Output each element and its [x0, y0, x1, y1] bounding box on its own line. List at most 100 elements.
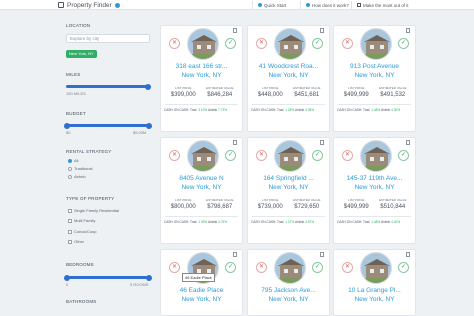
bathrooms-label: BATHROOMS — [66, 299, 97, 304]
reject-button[interactable]: ✕ — [256, 262, 267, 273]
bedrooms-max-knob[interactable] — [146, 274, 152, 281]
airbnb-label: Airbnb — [207, 108, 218, 112]
type-option-condo[interactable]: Condo/Coop — [68, 229, 96, 234]
property-address[interactable]: 318 east 166 str... — [161, 63, 242, 70]
property-card[interactable]: ✕ ✓ 913 Post Avenue New York, NY LIST PRICE E… — [333, 25, 416, 132]
property-address[interactable]: 145-37 119th Ave... — [334, 175, 415, 182]
property-photo[interactable] — [274, 252, 306, 284]
property-address[interactable]: 164 Springfield ... — [248, 175, 329, 182]
trad-label: Trad. — [189, 220, 198, 224]
property-card[interactable]: ✕ ✓ 41 Woodcrest Roa... New York, NY LIST PR… — [247, 25, 330, 132]
reject-button[interactable]: ✕ — [342, 38, 353, 49]
airbnb-label: Airbnb — [380, 108, 391, 112]
bedrooms-slider[interactable] — [64, 274, 152, 281]
type-option-single-family[interactable]: Single Family Residential — [68, 208, 119, 213]
trash-icon[interactable] — [320, 252, 324, 257]
price-labels: LIST PRICE ESTIMATED VALUE — [338, 198, 411, 202]
trash-icon[interactable] — [233, 252, 237, 257]
property-card[interactable]: ✕ ✓ 145-37 119th Ave... New York, NY LIST PR… — [333, 137, 416, 244]
reject-button[interactable]: ✕ — [169, 150, 180, 161]
accept-button[interactable]: ✓ — [398, 38, 409, 49]
miles-slider[interactable] — [66, 83, 151, 90]
property-address[interactable]: 46 Eadie Place — [161, 287, 242, 294]
accept-button[interactable]: ✓ — [312, 262, 323, 273]
price-labels: LIST PRICE ESTIMATED VALUE — [338, 86, 411, 90]
budget-max-knob[interactable] — [146, 122, 152, 129]
budget-min-knob[interactable] — [64, 122, 70, 129]
radio-icon — [68, 174, 72, 179]
trash-icon[interactable] — [406, 140, 410, 145]
property-address[interactable]: 10 La Grange Pl... — [334, 287, 415, 294]
trash-icon[interactable] — [233, 28, 237, 33]
quick-start-link[interactable]: Quick Start — [258, 0, 286, 10]
checkbox-icon — [68, 229, 72, 234]
trash-icon[interactable] — [320, 140, 324, 145]
trad-value: 1.48% — [371, 108, 381, 112]
how-it-works-link[interactable]: How does it work? — [306, 0, 349, 10]
reject-button[interactable]: ✕ — [342, 262, 353, 273]
budget-min-value: $0 — [66, 130, 71, 135]
reject-button[interactable]: ✕ — [256, 38, 267, 49]
property-address[interactable]: 913 Post Avenue — [334, 63, 415, 70]
property-card[interactable]: ✕ ✓ 8405 Avenue N New York, NY LIST PRICE EST… — [160, 137, 243, 244]
property-photo[interactable] — [360, 140, 392, 172]
accept-button[interactable]: ✓ — [398, 150, 409, 161]
property-card[interactable]: ✕ ✓ 795 Jackson Ave... New York, NY — [247, 249, 330, 316]
reject-button[interactable]: ✕ — [256, 150, 267, 161]
property-photo[interactable] — [360, 252, 392, 284]
property-address[interactable]: 41 Woodcrest Roa... — [248, 63, 329, 70]
property-photo[interactable] — [187, 28, 219, 60]
trad-label: Trad. — [276, 108, 285, 112]
property-card[interactable]: ✕ ✓ 164 Springfield ... New York, NY LIST PR… — [247, 137, 330, 244]
property-city: New York, NY — [268, 72, 309, 79]
checkbox-icon — [68, 208, 72, 213]
accept-button[interactable]: ✓ — [312, 38, 323, 49]
property-city: New York, NY — [354, 72, 395, 79]
property-card[interactable]: ✕ ✓ 46 Eadie Place 46 Eadie Place New York, … — [160, 249, 243, 316]
location-search-input[interactable]: Explore by city — [66, 34, 150, 43]
property-address[interactable]: 795 Jackson Ave... — [248, 287, 329, 294]
type-option-multi-family[interactable]: Multi Family — [68, 218, 95, 223]
budget-slider[interactable] — [64, 122, 152, 129]
accept-button[interactable]: ✓ — [398, 262, 409, 273]
type-option-other[interactable]: Other — [68, 239, 84, 244]
bedrooms-label: BEDROOMS — [66, 262, 94, 267]
airbnb-value: 4.30% — [391, 108, 401, 112]
trad-value: 1.39% — [198, 220, 208, 224]
trash-icon[interactable] — [406, 28, 410, 33]
strategy-option-traditional[interactable]: Traditional — [68, 166, 93, 171]
property-photo[interactable] — [274, 140, 306, 172]
make-most-link[interactable]: Make the most out of it — [357, 0, 409, 10]
accept-button[interactable]: ✓ — [312, 150, 323, 161]
property-card[interactable]: ✕ ✓ 10 La Grange Pl... New York, NY — [333, 249, 416, 316]
property-card[interactable]: ✕ ✓ 318 east 166 str... New York, NY LIST PR… — [160, 25, 243, 132]
estimated-value-label: ESTIMATED VALUE — [293, 86, 321, 90]
budget-label: BUDGET — [66, 111, 86, 116]
info-icon[interactable] — [114, 2, 120, 8]
property-finder-logo-icon — [58, 2, 64, 8]
reject-button[interactable]: ✕ — [169, 38, 180, 49]
strategy-option-airbnb[interactable]: Airbnb — [68, 174, 86, 179]
bedrooms-min-knob[interactable] — [64, 274, 70, 281]
accept-button[interactable]: ✓ — [225, 150, 236, 161]
accept-button[interactable]: ✓ — [225, 38, 236, 49]
property-address[interactable]: 8405 Avenue N — [161, 175, 242, 182]
strategy-option-all[interactable]: All — [68, 158, 78, 163]
property-photo[interactable] — [274, 28, 306, 60]
reject-button[interactable]: ✕ — [342, 150, 353, 161]
reject-button[interactable]: ✕ — [169, 262, 180, 273]
location-chip[interactable]: New York, NY — [66, 50, 97, 58]
accept-button[interactable]: ✓ — [225, 262, 236, 273]
price-labels: LIST PRICE ESTIMATED VALUE — [252, 86, 325, 90]
trash-icon[interactable] — [406, 252, 410, 257]
miles-slider-knob[interactable] — [145, 83, 151, 90]
checkbox-icon — [68, 239, 72, 244]
price-values: $499,999 $510,844 — [338, 204, 411, 210]
airbnb-label: Airbnb — [294, 108, 305, 112]
trash-icon[interactable] — [233, 140, 237, 145]
trash-icon[interactable] — [320, 28, 324, 33]
property-photo[interactable] — [187, 140, 219, 172]
miles-label: MILES — [66, 72, 81, 77]
property-photo[interactable] — [360, 28, 392, 60]
cash-on-cash-label: CASH ON CASH: — [251, 220, 277, 224]
